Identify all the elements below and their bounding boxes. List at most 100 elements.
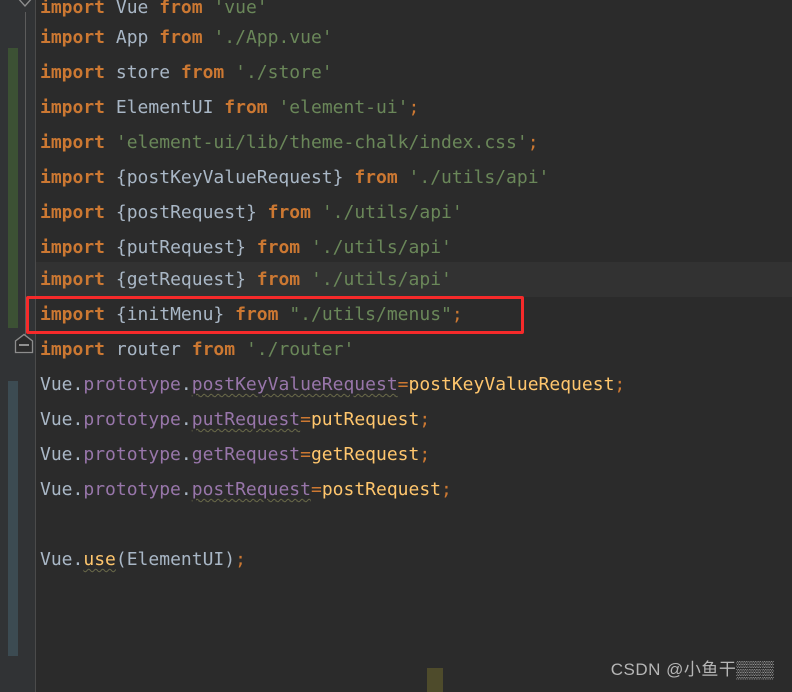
code-line[interactable]: Vue.prototype.putRequest=putRequest; [36,402,792,437]
search-match-highlight [427,668,443,692]
code-token: import [40,97,106,118]
code-line[interactable]: import ElementUI from 'element-ui'; [36,90,792,125]
code-token: import [40,269,106,290]
code-line[interactable]: import App from './App.vue' [36,20,792,55]
code-line[interactable] [36,612,792,647]
code-token: Vue [40,444,73,465]
code-token: getRequest [310,444,420,465]
code-token: import [40,0,106,18]
code-line[interactable]: import {postRequest} from './utils/api' [36,195,792,230]
code-token: . [180,409,192,430]
code-token: from [256,237,301,258]
fold-collapse-minus-icon[interactable] [13,332,35,354]
code-token: = [310,479,322,500]
code-token: initMenu [126,304,214,325]
code-token: App [115,27,149,48]
modified-lines-marker[interactable] [8,48,18,328]
code-token: postKeyValueRequest [191,374,398,395]
code-token: from [256,269,301,290]
code-token: getRequest [191,444,301,465]
code-token: ; [419,444,431,465]
code-token: router [115,339,181,360]
code-token: . [180,479,192,500]
code-token: = [300,444,311,465]
code-token: ; [235,549,246,570]
code-token: prototype [83,374,181,395]
code-line[interactable]: Vue.prototype.postRequest=postRequest; [36,472,792,507]
code-editor[interactable]: import Vue from 'vue' import App from './… [0,0,792,692]
code-token: './utils/api' [408,167,550,188]
code-token: "./utils/menus" [289,304,452,325]
code-token: import [40,167,106,188]
code-line[interactable] [36,507,792,542]
code-token: { [115,304,127,325]
changed-lines-marker[interactable] [8,381,18,656]
code-line[interactable]: import {getRequest} from './utils/api' [36,262,792,297]
code-token: ; [419,409,431,430]
code-token: ; [441,479,452,500]
code-token: './router' [245,339,355,360]
code-line[interactable]: import {postKeyValueRequest} from './uti… [36,160,792,195]
code-token: . [180,444,192,465]
code-token: ; [408,97,420,118]
code-token: { [115,167,127,188]
code-token: putRequest [310,409,420,430]
code-token: . [72,549,84,570]
code-token: putRequest [126,237,236,258]
code-line[interactable]: Vue.use(ElementUI); [36,542,792,577]
code-token: postRequest [126,202,246,223]
code-token: 'element-ui' [278,97,409,118]
code-token: from [224,97,268,118]
code-line[interactable]: import {initMenu} from "./utils/menus"; [36,297,792,332]
code-token: } [332,167,344,188]
code-token: from [180,62,225,83]
code-line[interactable] [36,577,792,612]
code-line[interactable]: import router from './router' [36,332,792,367]
code-token: Vue [40,479,73,500]
fold-guide-line [25,12,26,342]
code-line[interactable]: Vue.prototype.getRequest=getRequest; [36,437,792,472]
code-token: ( [115,549,127,570]
code-token: { [115,237,127,258]
code-token: { [115,202,127,223]
code-content-area[interactable]: import Vue from 'vue' import App from './… [36,0,792,692]
code-token: ; [614,374,626,395]
csdn-watermark: CSDN @小鱼干▒▒▒ [610,660,774,679]
code-token: Vue [40,374,73,395]
code-token: . [72,374,84,395]
code-token: = [300,409,311,430]
code-token: import [40,132,106,153]
chevron-down-fold-icon[interactable] [14,0,36,16]
code-line[interactable]: Vue.prototype.postKeyValueRequest=postKe… [36,367,792,402]
code-token: from [159,0,203,18]
code-token: import [40,62,106,83]
code-token: from [159,27,203,48]
code-token: postKeyValueRequest [126,167,333,188]
code-token: ; [451,304,463,325]
code-token: from [191,339,236,360]
code-token: import [40,237,106,258]
code-token: from [267,202,311,223]
code-line[interactable]: import store from './store' [36,55,792,90]
code-token: 'element-ui/lib/theme-chalk/index.css' [115,132,528,153]
code-line[interactable]: import {putRequest} from './utils/api' [36,230,792,265]
code-line[interactable]: import 'element-ui/lib/theme-chalk/index… [36,125,792,160]
